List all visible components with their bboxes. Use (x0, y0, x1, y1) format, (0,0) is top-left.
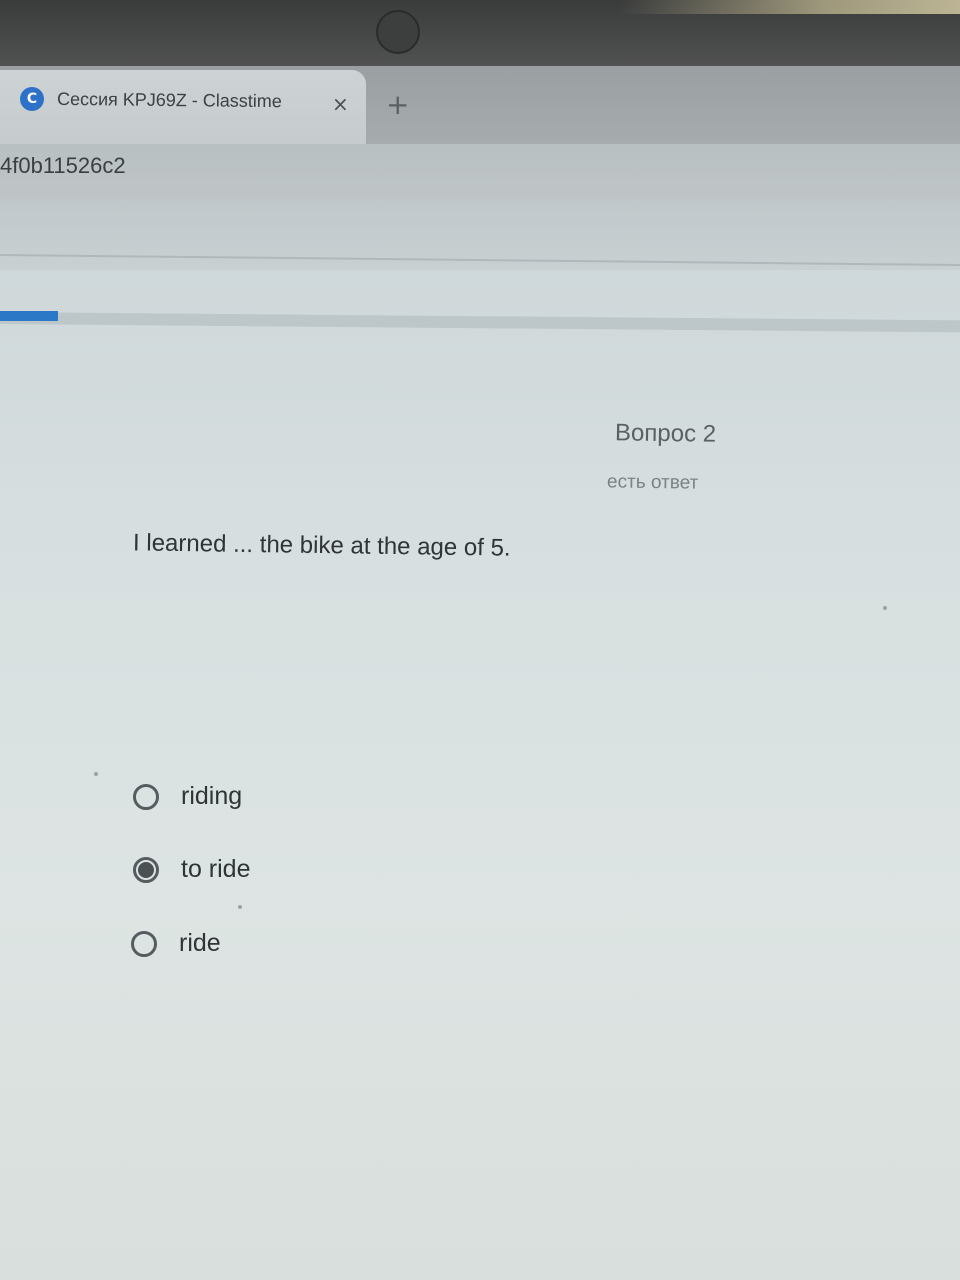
dust-speck (94, 772, 98, 776)
dust-speck (883, 606, 887, 610)
answer-option-label: ride (179, 929, 221, 957)
bezel-glare (620, 0, 960, 14)
answer-option[interactable]: to ride (133, 855, 250, 884)
new-tab-button[interactable]: + (386, 88, 409, 121)
question-number: Вопрос 2 (614, 419, 717, 448)
answer-option[interactable]: ride (131, 929, 221, 958)
url-text[interactable]: 4f0b11526c2 (0, 153, 126, 179)
address-bar[interactable] (0, 144, 960, 200)
dust-speck (238, 905, 242, 909)
question-text: I learned ... the bike at the age of 5. (132, 529, 511, 562)
radio-unchecked-icon[interactable] (133, 783, 159, 810)
progress-fill (0, 311, 58, 321)
radio-checked-icon[interactable] (133, 856, 159, 883)
tab-title: Сессия KPJ69Z - Classtime (56, 88, 282, 112)
question-status: есть ответ (606, 471, 699, 494)
close-tab-icon[interactable]: × (332, 92, 349, 116)
answer-option[interactable]: riding (133, 782, 242, 811)
radio-unchecked-icon[interactable] (131, 930, 157, 957)
classtime-favicon-icon: C (20, 87, 44, 111)
webcam-icon (376, 10, 420, 54)
answer-option-label: riding (181, 782, 243, 810)
answer-option-label: to ride (181, 855, 251, 883)
progress-track (0, 312, 960, 333)
